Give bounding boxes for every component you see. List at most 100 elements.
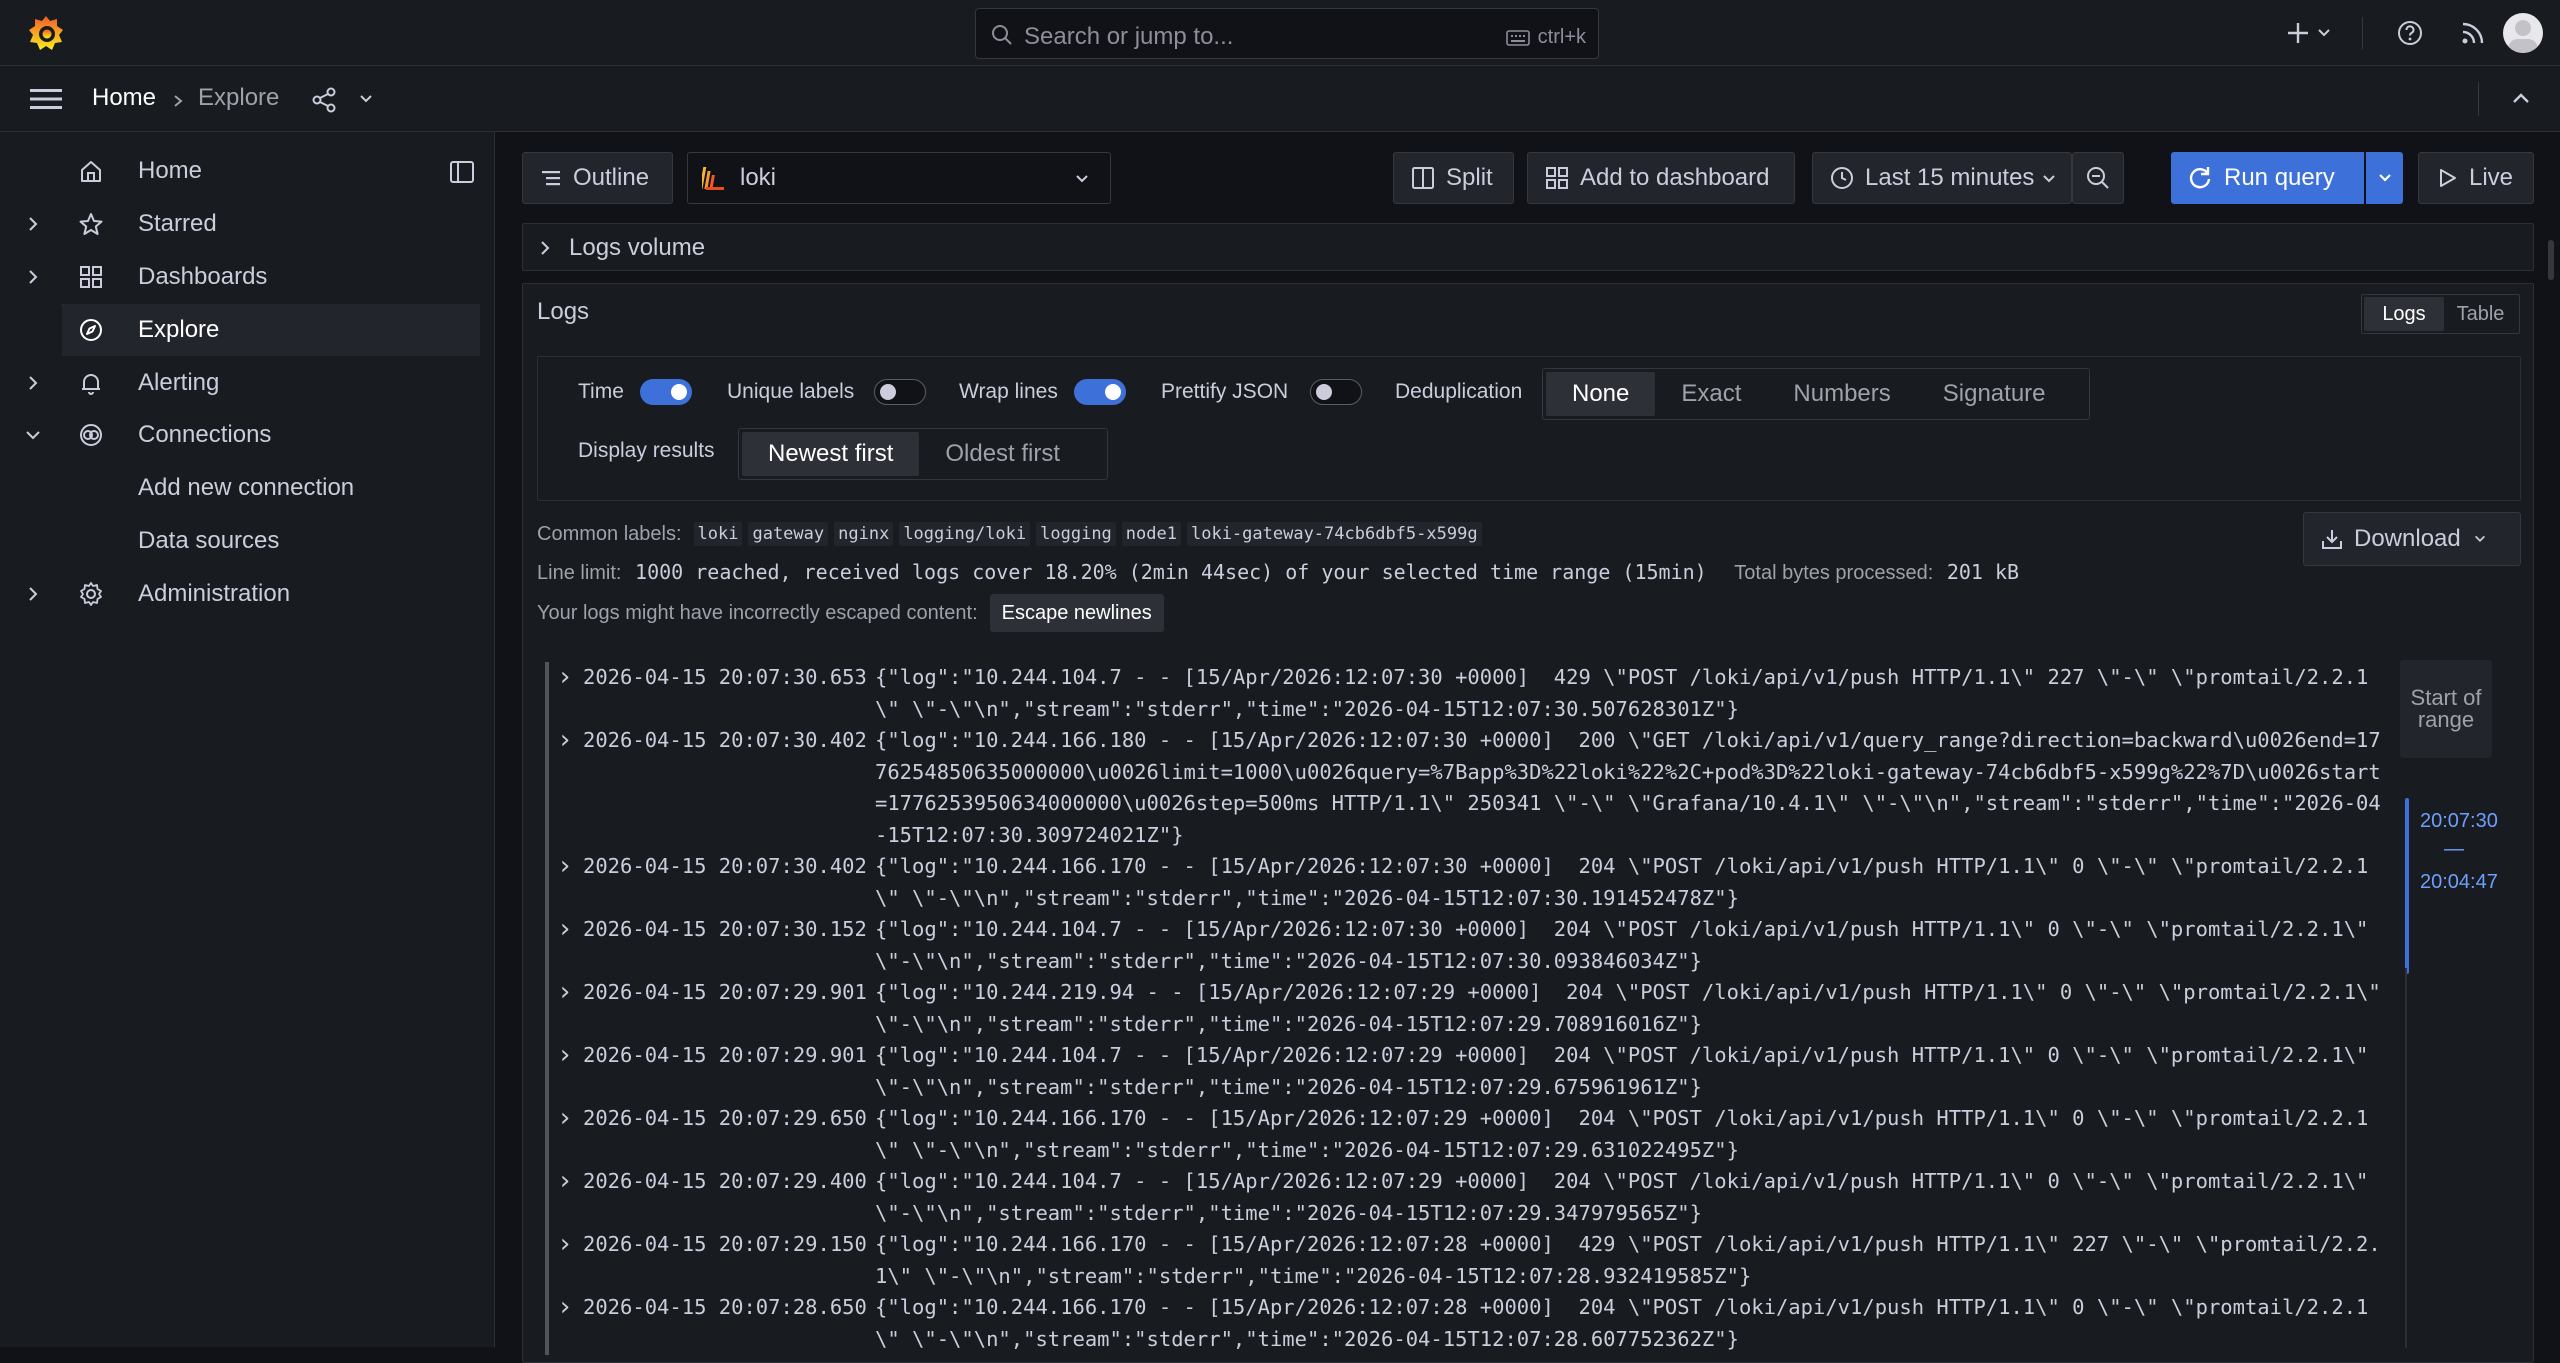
sidebar-item-explore[interactable]: Explore [62, 304, 480, 356]
view-table-option[interactable]: Table [2444, 297, 2517, 331]
connections-icon [80, 424, 102, 446]
view-toggle: Logs Table [2361, 294, 2520, 334]
log-row[interactable]: › 2026-04-15 20:07:29.150 {"log":"10.244.1… [545, 1229, 2383, 1292]
chevron-right-icon[interactable] [24, 265, 42, 289]
live-button[interactable]: Live [2418, 152, 2534, 204]
sidebar-item-label: Alerting [138, 369, 220, 396]
start-of-range-button[interactable]: Start of range [2400, 660, 2492, 758]
menu-icon[interactable] [30, 87, 62, 111]
label-chip: loki [693, 522, 743, 546]
logs-volume-title: Logs volume [569, 234, 706, 261]
run-query-button[interactable]: Run query [2171, 152, 2364, 204]
log-message: {"log":"10.244.166.180 - - [15/Apr/2026:… [875, 728, 2381, 847]
dedup-exact-option[interactable]: Exact [1655, 372, 1767, 416]
top-bar: Search or jump to... ctrl+k [0, 0, 2560, 66]
log-row[interactable]: › 2026-04-15 20:07:30.402 {"log":"10.244.1… [545, 725, 2383, 851]
chevron-right-icon[interactable] [24, 212, 42, 236]
expand-row-icon[interactable]: › [557, 1229, 583, 1292]
chevron-down-icon[interactable] [2316, 25, 2332, 41]
expand-row-icon[interactable]: › [557, 977, 583, 1040]
search-input[interactable]: Search or jump to... ctrl+k [975, 8, 1599, 59]
logs-volume-panel[interactable]: Logs volume [522, 223, 2534, 271]
log-row[interactable]: › 2026-04-15 20:07:29.901 {"log":"10.244.2… [545, 977, 2383, 1040]
view-logs-option[interactable]: Logs [2364, 297, 2444, 331]
sort-oldest-first-option[interactable]: Oldest first [919, 432, 1086, 476]
search-icon [992, 25, 1012, 45]
chevron-right-icon[interactable] [24, 371, 42, 395]
log-timestamp: 2026-04-15 20:07:30.402 [583, 728, 867, 752]
prettify-json-toggle[interactable] [1310, 379, 1362, 405]
sidebar-item-starred[interactable]: Starred [0, 198, 480, 250]
sort-newest-first-option[interactable]: Newest first [742, 432, 920, 476]
play-icon [2440, 169, 2456, 187]
sidebar-item-connections[interactable]: Connections [0, 409, 480, 461]
chevron-down-icon [2474, 535, 2485, 542]
chevron-down-icon[interactable] [24, 423, 42, 447]
add-to-dashboard-button[interactable]: Add to dashboard [1527, 152, 1795, 204]
grafana-logo-icon[interactable] [26, 13, 66, 53]
sidebar-item-alerting[interactable]: Alerting [0, 357, 480, 409]
log-row[interactable]: › 2026-04-15 20:07:30.402 {"log":"10.244.1… [545, 851, 2383, 914]
label-chip: logging [1036, 522, 1116, 546]
download-button[interactable]: Download [2303, 512, 2521, 566]
sidebar-item-home[interactable]: Home [0, 145, 480, 197]
time-range-picker[interactable]: Last 15 minutes [1812, 152, 2072, 204]
log-timestamp: 2026-04-15 20:07:30.152 [583, 917, 867, 941]
sidebar: Home Starred Dashboards Explore Alerting… [0, 132, 495, 1347]
range-segment[interactable]: 20:07:30 — 20:04:47 [2400, 798, 2498, 974]
expand-row-icon[interactable]: › [557, 662, 583, 725]
log-row[interactable]: › 2026-04-15 20:07:29.650 {"log":"10.244.1… [545, 1103, 2383, 1166]
expand-row-icon[interactable]: › [557, 1103, 583, 1166]
search-placeholder: Search or jump to... [1024, 23, 1234, 50]
deduplication-selector: None Exact Numbers Signature [1542, 368, 2090, 420]
sidebar-item-add-new-connection[interactable]: Add new connection [0, 462, 480, 514]
log-row[interactable]: › 2026-04-15 20:07:30.152 {"log":"10.244.1… [545, 914, 2383, 977]
log-row[interactable]: › 2026-04-15 20:07:30.653 {"log":"10.244.1… [545, 662, 2383, 725]
outline-button[interactable]: Outline [522, 152, 673, 204]
chevron-up-icon[interactable] [2510, 88, 2532, 110]
expand-row-icon[interactable]: › [557, 725, 583, 851]
dedup-numbers-option[interactable]: Numbers [1767, 372, 1916, 416]
log-row[interactable]: › 2026-04-15 20:07:29.901 {"log":"10.244.1… [545, 1040, 2383, 1103]
expand-row-icon[interactable]: › [557, 851, 583, 914]
expand-row-icon[interactable]: › [557, 914, 583, 977]
common-labels: Common labels: loki gateway nginx loggin… [537, 522, 1488, 546]
split-icon [1412, 167, 1434, 189]
sidebar-item-data-sources[interactable]: Data sources [0, 515, 480, 567]
sidebar-item-dashboards[interactable]: Dashboards [0, 251, 480, 303]
log-row[interactable]: › 2026-04-15 20:07:29.400 {"log":"10.244.1… [545, 1166, 2383, 1229]
help-icon[interactable] [2396, 19, 2424, 47]
sidebar-item-label: Administration [138, 580, 291, 607]
plus-icon[interactable] [2284, 19, 2312, 47]
breadcrumb-home[interactable]: Home [92, 84, 156, 112]
logs-title: Logs [537, 298, 590, 325]
chevron-down-icon[interactable] [358, 91, 374, 107]
sidebar-item-administration[interactable]: Administration [0, 568, 480, 620]
wrap-lines-toggle[interactable] [1074, 379, 1126, 405]
bell-icon [82, 374, 100, 395]
expand-row-icon[interactable]: › [557, 1040, 583, 1103]
expand-row-icon[interactable]: › [557, 1166, 583, 1229]
rss-icon[interactable] [2460, 20, 2486, 46]
split-button[interactable]: Split [1393, 152, 1514, 204]
datasource-picker[interactable]: loki [687, 152, 1111, 204]
prettify-json-label: Prettify JSON [1161, 380, 1289, 403]
log-timestamp: 2026-04-15 20:07:29.650 [583, 1106, 867, 1130]
scrollbar[interactable] [2548, 240, 2554, 280]
dedup-signature-option[interactable]: Signature [1917, 372, 2072, 416]
unique-labels-toggle[interactable] [874, 379, 926, 405]
home-icon [81, 161, 101, 182]
share-icon[interactable] [311, 87, 337, 113]
log-range-navigation: Start of range 20:07:30 — 20:04:47 [2400, 660, 2498, 1348]
run-query-options-button[interactable] [2366, 152, 2403, 204]
time-toggle[interactable] [640, 379, 692, 405]
zoom-out-button[interactable] [2072, 152, 2124, 204]
log-row[interactable]: › 2026-04-15 20:07:28.650 {"log":"10.244.1… [545, 1292, 2383, 1355]
chevron-right-icon[interactable] [24, 582, 42, 606]
dedup-none-option[interactable]: None [1546, 372, 1656, 416]
expand-row-icon[interactable]: › [557, 1292, 583, 1355]
escape-newlines-button[interactable]: Escape newlines [989, 594, 1164, 632]
chevron-down-icon [1076, 175, 1088, 183]
avatar[interactable] [2503, 13, 2543, 53]
sort-order-selector: Newest first Oldest first [738, 428, 1108, 480]
